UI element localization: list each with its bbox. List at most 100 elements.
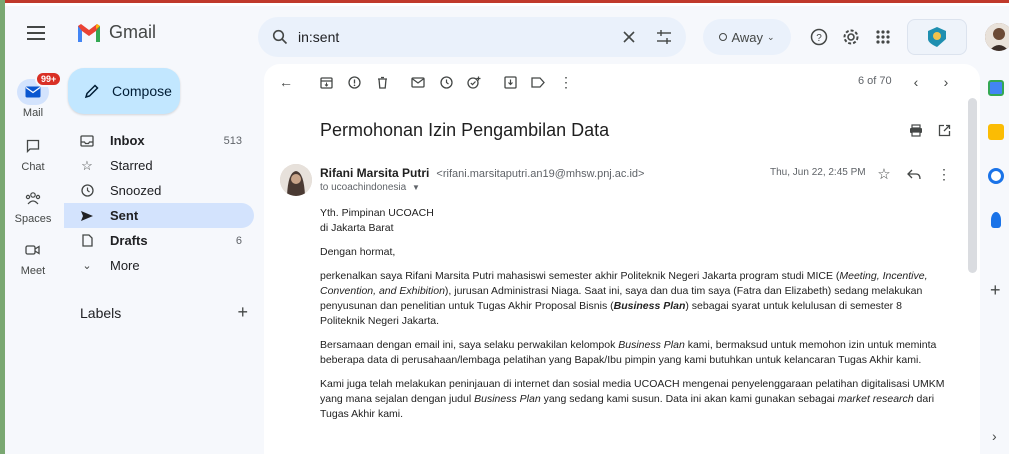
archive-icon[interactable]	[316, 72, 336, 92]
more-vertical-icon[interactable]: ⋮	[934, 164, 954, 184]
add-task-icon[interactable]	[464, 72, 484, 92]
nav-label: Inbox	[110, 133, 145, 148]
settings-gear-icon[interactable]	[837, 23, 865, 51]
email-subject: Permohonan Izin Pengambilan Data	[320, 120, 610, 140]
nav-item-drafts[interactable]: Drafts 6	[64, 228, 254, 253]
star-icon[interactable]: ☆	[874, 164, 894, 184]
gmail-logo[interactable]: Gmail	[77, 22, 156, 43]
nav-label: Snoozed	[110, 183, 162, 198]
status-label: Away	[731, 29, 763, 45]
svg-text:?: ?	[816, 33, 822, 44]
nav-label: More	[110, 258, 140, 273]
mark-unread-icon[interactable]	[408, 72, 428, 92]
add-addon-icon[interactable]: +	[990, 280, 1001, 301]
help-icon[interactable]: ?	[805, 23, 833, 51]
greeting-line-2: di Jakarta Barat	[320, 222, 394, 234]
keep-icon[interactable]	[988, 124, 1004, 140]
mail-navigation: Inbox 513 ☆ Starred Snoozed Sent Drafts …	[64, 128, 254, 278]
nav-item-starred[interactable]: ☆ Starred	[64, 153, 254, 178]
compose-button[interactable]: Compose	[68, 68, 180, 114]
clear-search-icon[interactable]	[622, 30, 636, 44]
reply-icon[interactable]	[904, 164, 924, 184]
rail-label: Spaces	[14, 213, 52, 225]
rail-item-mail[interactable]: 99+ Mail	[5, 71, 63, 119]
text-run: yang sedang kami susun. Data ini akan ka…	[540, 393, 838, 405]
move-to-icon[interactable]	[500, 72, 520, 92]
nav-count: 6	[235, 234, 242, 247]
text-run-italic: market research	[837, 393, 914, 405]
rail-item-spaces[interactable]: Spaces	[5, 185, 61, 225]
paragraph-3: Kami juga telah melakukan peninjauan di …	[320, 377, 948, 422]
expand-panel-icon[interactable]: ›	[992, 428, 997, 444]
message-scrollbar[interactable]	[968, 98, 977, 273]
add-label-icon[interactable]: +	[237, 302, 248, 323]
salutation: Dengan hormat,	[320, 246, 396, 258]
video-camera-icon	[17, 237, 49, 263]
greeting: Yth. Pimpinan UCOACH di Jakarta Barat	[320, 206, 948, 236]
newer-chevron-icon[interactable]: ‹	[906, 72, 926, 92]
older-chevron-icon[interactable]: ›	[936, 72, 956, 92]
sender-name[interactable]: Rifani Marsita Putri	[320, 166, 429, 180]
search-input[interactable]: in:sent	[298, 29, 622, 45]
recipient-text: to ucoachindonesia	[320, 182, 407, 193]
report-spam-icon[interactable]	[344, 72, 364, 92]
chevron-down-icon: ⌄	[767, 31, 775, 42]
nav-item-inbox[interactable]: Inbox 513	[64, 128, 254, 153]
recipient-line[interactable]: to ucoachindonesia ▼	[320, 182, 420, 193]
status-circle-icon	[719, 33, 728, 41]
print-icon[interactable]	[906, 120, 926, 140]
recipient-details-dropdown-icon[interactable]: ▼	[412, 183, 420, 192]
snooze-clock-icon[interactable]	[436, 72, 456, 92]
main-menu-icon[interactable]	[27, 26, 45, 40]
nav-label: Starred	[110, 158, 153, 173]
search-options-icon[interactable]	[656, 29, 672, 45]
search-icon[interactable]	[272, 29, 288, 45]
message-panel: ← ⋮ 6 of 70 ‹ › Permohonan Izin Pengambi…	[264, 64, 980, 454]
calendar-icon[interactable]	[988, 80, 1004, 96]
rail-label: Meet	[20, 265, 46, 277]
rail-label: Mail	[22, 107, 44, 119]
pencil-icon	[84, 84, 99, 99]
greeting-line-1: Yth. Pimpinan UCOACH	[320, 207, 434, 219]
contacts-icon[interactable]	[991, 212, 1001, 228]
spaces-icon	[17, 185, 49, 211]
chevron-down-icon: ⌄	[82, 260, 92, 272]
labels-title: Labels	[80, 304, 122, 321]
nav-item-sent[interactable]: Sent	[64, 203, 254, 228]
sender-email: <rifani.marsitaputri.an19@mhsw.pnj.ac.id…	[436, 168, 645, 180]
paragraph-2: Bersamaan dengan email ini, saya selaku …	[320, 338, 948, 368]
chat-icon	[17, 133, 49, 159]
app-bar: Gmail in:sent Away ⌄ ?	[5, 9, 1009, 65]
account-avatar[interactable]	[985, 23, 1009, 51]
more-vertical-icon[interactable]: ⋮	[556, 72, 576, 92]
mail-icon: 99+	[17, 71, 63, 105]
apps-grid-icon[interactable]	[869, 23, 897, 51]
unread-badge: 99+	[35, 71, 63, 87]
compose-label: Compose	[112, 83, 172, 99]
draft-icon	[78, 234, 96, 247]
nav-item-snoozed[interactable]: Snoozed	[64, 178, 254, 203]
sender-avatar[interactable]	[280, 164, 312, 196]
label-icon[interactable]	[528, 72, 548, 92]
nav-label: Sent	[110, 208, 139, 223]
delete-icon[interactable]	[372, 72, 392, 92]
text-run-italic: Business Plan	[474, 393, 541, 405]
rail-item-chat[interactable]: Chat	[5, 133, 61, 173]
rail-label: Chat	[21, 161, 45, 173]
side-panel: + ›	[984, 64, 1009, 454]
gmail-m-icon	[78, 23, 100, 42]
nav-item-more[interactable]: ⌄ More	[64, 253, 254, 278]
star-icon: ☆	[81, 157, 93, 173]
rail-item-meet[interactable]: Meet	[5, 237, 61, 277]
text-run-italic: Business Plan	[618, 339, 685, 351]
status-selector[interactable]: Away ⌄	[703, 19, 791, 55]
inbox-icon	[78, 134, 96, 147]
clock-icon	[78, 184, 96, 197]
back-arrow-icon[interactable]: ←	[276, 72, 296, 92]
organization-logo[interactable]	[907, 19, 967, 55]
text-run: Bersamaan dengan email ini, saya selaku …	[320, 339, 619, 351]
search-bar[interactable]: in:sent	[258, 17, 686, 57]
tasks-icon[interactable]	[988, 168, 1004, 184]
open-new-window-icon[interactable]	[934, 120, 954, 140]
message-toolbar: ← ⋮ 6 of 70 ‹ ›	[264, 64, 980, 100]
